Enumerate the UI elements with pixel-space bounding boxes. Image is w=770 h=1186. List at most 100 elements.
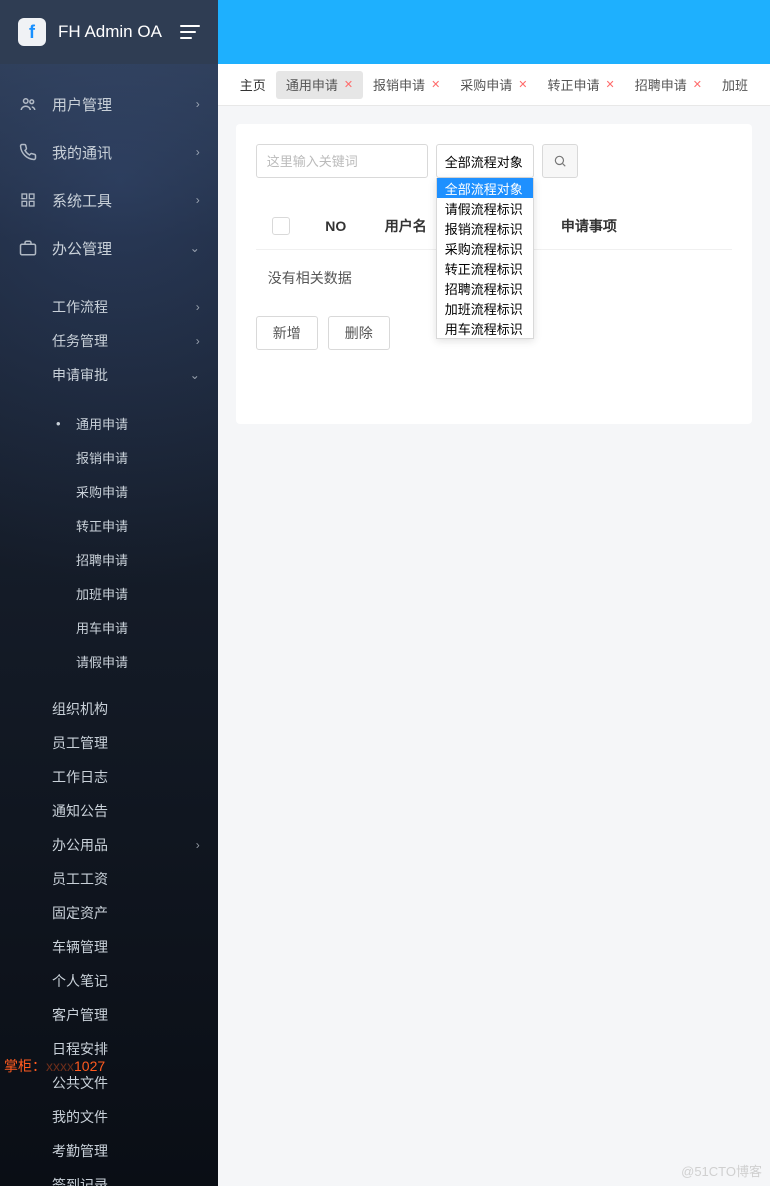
sidebar-item-checkin[interactable]: 签到记录 <box>0 1168 218 1186</box>
select-dropdown: 全部流程对象 请假流程标识 报销流程标识 采购流程标识 转正流程标识 招聘流程标… <box>436 178 534 339</box>
sidebar-item-staff[interactable]: 员工管理 <box>0 726 218 760</box>
th-no: NO <box>306 218 366 234</box>
sidebar-item-label: 车辆管理 <box>52 937 200 957</box>
chevron-right-icon: › <box>196 97 200 111</box>
content: 全部流程对象 全部流程对象 请假流程标识 报销流程标识 采购流程标识 转正流程标… <box>218 106 770 1186</box>
sidebar-item-workflow[interactable]: 工作流程 › <box>0 290 218 324</box>
grid-icon <box>18 192 38 208</box>
close-icon[interactable]: ✕ <box>606 78 615 91</box>
sidebar-item-label: 采购申请 <box>76 482 200 501</box>
sidebar-item-label: 公共文件 <box>52 1073 200 1093</box>
dropdown-option[interactable]: 请假流程标识 <box>437 198 533 218</box>
menu-toggle-icon[interactable] <box>180 25 200 39</box>
tab-label: 招聘申请 <box>635 75 687 94</box>
tab-purchase-apply[interactable]: 采购申请 ✕ <box>450 71 537 99</box>
dropdown-option[interactable]: 转正流程标识 <box>437 258 533 278</box>
dropdown-option[interactable]: 加班流程标识 <box>437 298 533 318</box>
main: 主页 通用申请 ✕ 报销申请 ✕ 采购申请 ✕ 转正申请 ✕ 招聘申请 ✕ 加班 全部流程… <box>218 0 770 1186</box>
sidebar-item-attendance[interactable]: 考勤管理 <box>0 1134 218 1168</box>
sidebar-item-supplies[interactable]: 办公用品› <box>0 828 218 862</box>
sidebar-item-vehicles[interactable]: 车辆管理 <box>0 930 218 964</box>
sidebar-item-label: 招聘申请 <box>76 550 200 569</box>
search-input[interactable] <box>256 144 428 178</box>
th-checkbox <box>256 217 306 235</box>
sidebar-item-car-apply[interactable]: 用车申请 <box>0 610 218 644</box>
sidebar-item-org[interactable]: 组织机构 <box>0 692 218 726</box>
logo: f <box>18 18 46 46</box>
dropdown-option[interactable]: 用车流程标识 <box>437 318 533 338</box>
users-icon <box>18 95 38 113</box>
sidebar-item-leave-apply[interactable]: 请假申请 <box>0 644 218 678</box>
search-icon <box>553 154 567 168</box>
delete-button[interactable]: 删除 <box>328 316 390 350</box>
sidebar-item-label: 报销申请 <box>76 448 200 467</box>
sidebar-item-label: 客户管理 <box>52 1005 200 1025</box>
chevron-down-icon: ⌄ <box>190 368 200 382</box>
sidebar-item-recruit-apply[interactable]: 招聘申请 <box>0 542 218 576</box>
chevron-right-icon: › <box>196 193 200 207</box>
close-icon[interactable]: ✕ <box>344 78 353 91</box>
sidebar-item-label: 签到记录 <box>52 1175 200 1186</box>
sidebar-item-customers[interactable]: 客户管理 <box>0 998 218 1032</box>
sidebar-item-worklog[interactable]: 工作日志 <box>0 760 218 794</box>
sidebar-item-label: 办公管理 <box>52 238 190 259</box>
sidebar-item-label: 工作日志 <box>52 767 200 787</box>
tab-label: 通用申请 <box>286 75 338 94</box>
sidebar-item-label: 系统工具 <box>52 190 196 211</box>
tab-label: 主页 <box>240 75 266 94</box>
sidebar-item-regular-apply[interactable]: 转正申请 <box>0 508 218 542</box>
close-icon[interactable]: ✕ <box>693 78 702 91</box>
sidebar-item-tasks[interactable]: 任务管理 › <box>0 324 218 358</box>
sidebar: f FH Admin OA 用户管理 › 我的通讯 › 系统工具 › <box>0 0 218 1186</box>
tab-overtime[interactable]: 加班 <box>712 71 758 99</box>
tab-label: 报销申请 <box>373 75 425 94</box>
tab-home[interactable]: 主页 <box>230 71 276 99</box>
sidebar-item-salary[interactable]: 员工工资 <box>0 862 218 896</box>
sidebar-item-tools[interactable]: 系统工具 › <box>0 176 218 224</box>
dropdown-option[interactable]: 全部流程对象 <box>437 178 533 198</box>
sidebar-item-reimburse-apply[interactable]: 报销申请 <box>0 440 218 474</box>
sidebar-item-notes[interactable]: 个人笔记 <box>0 964 218 998</box>
sidebar-item-approval[interactable]: 申请审批 ⌄ <box>0 358 218 392</box>
sidebar-item-label: 固定资产 <box>52 903 200 923</box>
sidebar-item-label: 员工工资 <box>52 869 200 889</box>
sidebar-item-contacts[interactable]: 我的通讯 › <box>0 128 218 176</box>
brand: f FH Admin OA <box>18 18 162 46</box>
sidebar-item-label: 考勤管理 <box>52 1141 200 1161</box>
dropdown-option[interactable]: 招聘流程标识 <box>437 278 533 298</box>
close-icon[interactable]: ✕ <box>431 78 440 91</box>
tab-reimburse-apply[interactable]: 报销申请 ✕ <box>363 71 450 99</box>
tab-regular-apply[interactable]: 转正申请 ✕ <box>538 71 625 99</box>
tab-general-apply[interactable]: 通用申请 ✕ <box>276 71 363 99</box>
sidebar-item-general-apply[interactable]: 通用申请 <box>0 406 218 440</box>
sidebar-item-purchase-apply[interactable]: 采购申请 <box>0 474 218 508</box>
chevron-right-icon: › <box>196 334 200 348</box>
approval-submenu: 通用申请 报销申请 采购申请 转正申请 招聘申请 加班申请 用车申请 请假申请 <box>0 392 218 692</box>
sidebar-item-office[interactable]: 办公管理 ⌄ <box>0 224 218 272</box>
sidebar-item-label: 日程安排 <box>52 1039 200 1059</box>
add-button[interactable]: 新增 <box>256 316 318 350</box>
chevron-right-icon: › <box>196 145 200 159</box>
briefcase-icon <box>18 239 38 257</box>
search-button[interactable] <box>542 144 578 178</box>
process-select[interactable]: 全部流程对象 全部流程对象 请假流程标识 报销流程标识 采购流程标识 转正流程标… <box>436 144 534 178</box>
sidebar-item-myfiles[interactable]: 我的文件 <box>0 1100 218 1134</box>
dropdown-option[interactable]: 报销流程标识 <box>437 218 533 238</box>
select-all-checkbox[interactable] <box>272 217 290 235</box>
sidebar-item-pubfiles[interactable]: 公共文件 <box>0 1066 218 1100</box>
main-menu: 用户管理 › 我的通讯 › 系统工具 › 办公管理 ⌄ 工作流程 <box>0 64 218 1186</box>
sidebar-item-overtime-apply[interactable]: 加班申请 <box>0 576 218 610</box>
tab-label: 转正申请 <box>548 75 600 94</box>
tab-label: 采购申请 <box>460 75 512 94</box>
sidebar-item-label: 通用申请 <box>76 414 200 433</box>
dropdown-option[interactable]: 采购流程标识 <box>437 238 533 258</box>
tab-recruit-apply[interactable]: 招聘申请 ✕ <box>625 71 712 99</box>
sidebar-item-notice[interactable]: 通知公告 <box>0 794 218 828</box>
close-icon[interactable]: ✕ <box>518 78 527 91</box>
sidebar-item-label: 通知公告 <box>52 801 200 821</box>
sidebar-item-schedule[interactable]: 日程安排 <box>0 1032 218 1066</box>
sidebar-item-assets[interactable]: 固定资产 <box>0 896 218 930</box>
phone-icon <box>18 143 38 161</box>
sidebar-item-label: 我的通讯 <box>52 142 196 163</box>
sidebar-item-users[interactable]: 用户管理 › <box>0 80 218 128</box>
